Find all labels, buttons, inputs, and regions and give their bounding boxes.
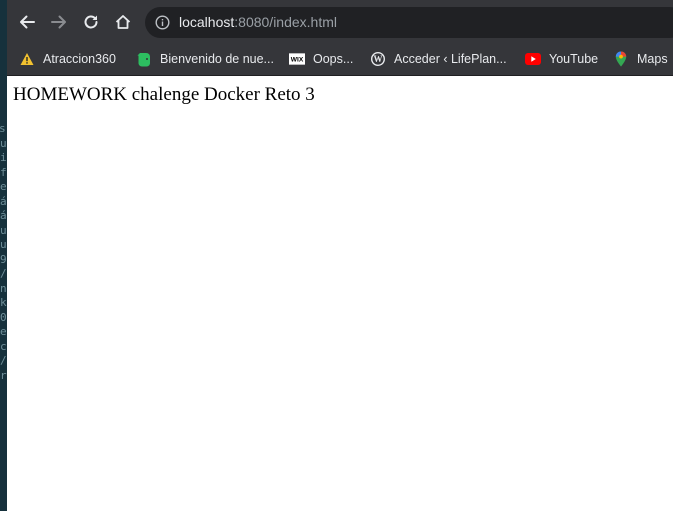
address-bar[interactable]: localhost:8080/index.html	[145, 7, 673, 38]
bookmark-oops[interactable]: WIX Oops...	[289, 49, 353, 69]
page-heading-text: HOMEWORK chalenge Docker Reto 3	[13, 84, 315, 105]
home-button[interactable]	[111, 10, 135, 34]
address-host: localhost	[179, 14, 235, 30]
arrow-left-icon	[20, 15, 35, 29]
wix-icon: WIX	[289, 51, 305, 67]
bookmark-label: YouTube	[549, 52, 599, 66]
bookmark-label: Bienvenido de nue...	[160, 52, 274, 66]
info-icon[interactable]	[155, 15, 170, 30]
reload-icon	[84, 15, 98, 29]
bookmark-youtube[interactable]: YouTube	[525, 49, 598, 69]
bookmark-bienvenido[interactable]: Bienvenido de nue...	[136, 49, 274, 69]
home-icon	[115, 15, 131, 29]
evernote-icon	[136, 51, 152, 67]
warning-triangle-icon	[19, 51, 35, 67]
svg-text:W: W	[374, 54, 383, 64]
page-content: HOMEWORK chalenge Docker Reto 3	[7, 76, 673, 511]
bookmark-atraccion360[interactable]: Atraccion360	[19, 49, 116, 69]
bookmark-label: Oops...	[313, 52, 354, 66]
bookmark-acceder[interactable]: W Acceder ‹ LifePlan...	[370, 49, 507, 69]
background-terminal-strip: s u i f e á á u u 9 / n k 0 e c / r	[0, 0, 7, 511]
reload-button[interactable]	[79, 10, 103, 34]
wordpress-icon: W	[370, 51, 386, 67]
bookmarks-bar: Atraccion360 Bienvenido de nue... WIX Oo…	[7, 44, 673, 76]
bookmark-maps[interactable]: Maps	[613, 49, 668, 69]
bookmark-label: Maps	[637, 52, 668, 66]
browser-window: localhost:8080/index.html Atraccion360 B…	[7, 0, 673, 511]
maps-pin-icon	[613, 51, 629, 67]
youtube-icon	[525, 51, 541, 67]
bookmark-label: Atraccion360	[43, 52, 116, 66]
forward-button[interactable]	[47, 10, 71, 34]
bookmark-label: Acceder ‹ LifePlan...	[394, 52, 507, 66]
address-url[interactable]: localhost:8080/index.html	[179, 14, 337, 31]
svg-text:WIX: WIX	[291, 57, 304, 64]
browser-toolbar: localhost:8080/index.html	[7, 0, 673, 44]
arrow-right-icon	[51, 15, 66, 29]
terminal-glyphs: s u i f e á á u u 9 / n k 0 e c / r	[0, 122, 7, 382]
back-button[interactable]	[15, 10, 39, 34]
address-path: :8080/index.html	[234, 14, 337, 30]
